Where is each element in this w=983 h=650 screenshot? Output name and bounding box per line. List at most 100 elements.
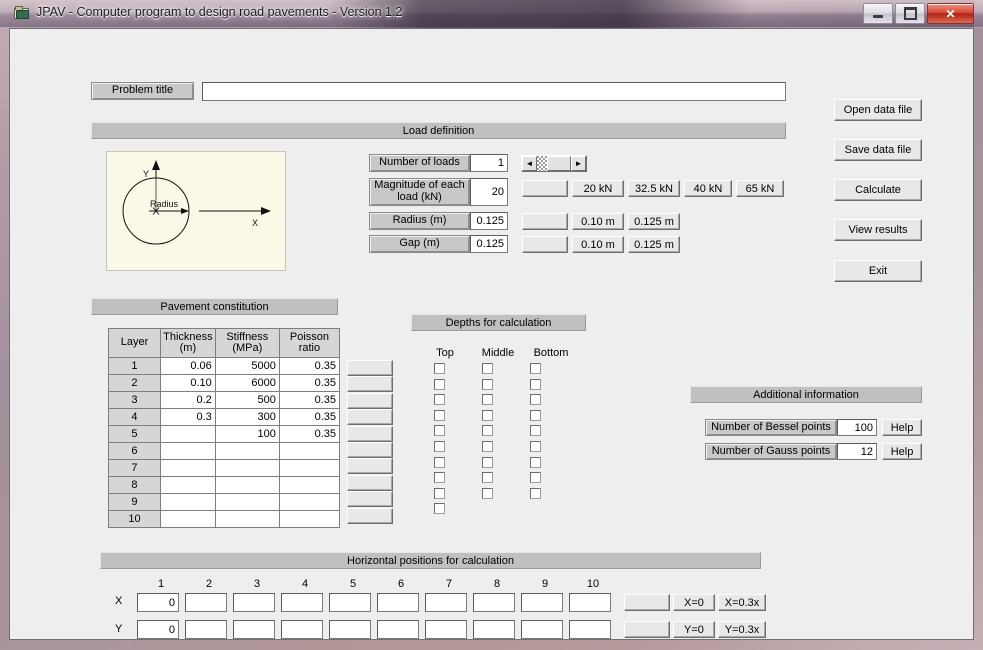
view-results-button[interactable]: View results bbox=[834, 219, 922, 241]
stiffness-cell[interactable] bbox=[214, 459, 280, 477]
hp-y-input-7[interactable] bbox=[425, 620, 467, 639]
depth-checkbox-bottom-7[interactable] bbox=[530, 456, 541, 468]
problem-title-input[interactable] bbox=[202, 82, 786, 101]
stiffness-cell[interactable]: 300 bbox=[214, 408, 280, 426]
gauss-points-input[interactable] bbox=[837, 443, 877, 460]
depth-checkbox-bottom-8[interactable] bbox=[530, 472, 541, 484]
scrollbar-track[interactable] bbox=[537, 156, 547, 171]
x-blank-button[interactable] bbox=[624, 594, 670, 611]
magnitude-input[interactable] bbox=[470, 178, 508, 206]
depth-checkbox-top-10[interactable] bbox=[434, 503, 445, 515]
stiffness-cell[interactable] bbox=[214, 476, 280, 494]
bessel-help-button[interactable]: Help bbox=[882, 419, 922, 436]
x-03x-button[interactable]: X=0.3x bbox=[718, 594, 766, 611]
hp-x-input-10[interactable] bbox=[569, 593, 611, 612]
hp-x-input-1[interactable] bbox=[137, 593, 179, 612]
gauss-help-button[interactable]: Help bbox=[882, 443, 922, 460]
scroll-right-arrow[interactable]: ► bbox=[571, 156, 586, 171]
hp-y-input-2[interactable] bbox=[185, 620, 227, 639]
maximize-button[interactable] bbox=[895, 3, 925, 24]
poisson-cell[interactable] bbox=[278, 442, 341, 460]
pavement-table[interactable]: Layer Thickness (m) Stiffness (MPa) Pois… bbox=[108, 328, 341, 528]
depth-checkbox-bottom-1[interactable] bbox=[530, 363, 541, 374]
depth-checkbox-middle-8[interactable] bbox=[482, 472, 493, 484]
poisson-cell[interactable] bbox=[278, 510, 341, 528]
y-blank-button[interactable] bbox=[624, 621, 670, 638]
layer-row-button-1[interactable] bbox=[347, 360, 393, 376]
depth-checkbox-middle-4[interactable] bbox=[482, 409, 493, 421]
hp-y-input-6[interactable] bbox=[377, 620, 419, 639]
thickness-cell[interactable]: 0.10 bbox=[159, 374, 216, 392]
y-zero-button[interactable]: Y=0 bbox=[673, 621, 715, 638]
gap-input[interactable] bbox=[470, 235, 508, 253]
y-03x-button[interactable]: Y=0.3x bbox=[718, 621, 766, 638]
thickness-cell[interactable] bbox=[159, 476, 216, 494]
scrollbar-thumb[interactable] bbox=[547, 156, 571, 171]
depth-checkbox-middle-7[interactable] bbox=[482, 456, 493, 468]
depth-checkbox-middle-5[interactable] bbox=[482, 425, 493, 437]
hp-y-input-4[interactable] bbox=[281, 620, 323, 639]
hp-x-input-7[interactable] bbox=[425, 593, 467, 612]
poisson-cell[interactable]: 0.35 bbox=[278, 408, 341, 426]
layer-row-button-9[interactable] bbox=[347, 491, 393, 508]
depth-checkbox-bottom-9[interactable] bbox=[530, 487, 541, 499]
gap-preset-0-10m[interactable]: 0.10 m bbox=[572, 236, 624, 253]
radius-preset-0-10m[interactable]: 0.10 m bbox=[572, 213, 624, 230]
open-data-file-button[interactable]: Open data file bbox=[834, 99, 922, 121]
poisson-cell[interactable] bbox=[278, 476, 341, 494]
magnitude-preset-65kn[interactable]: 65 kN bbox=[736, 180, 784, 197]
hp-x-input-2[interactable] bbox=[185, 593, 227, 612]
thickness-cell[interactable] bbox=[159, 493, 216, 511]
hp-y-input-8[interactable] bbox=[473, 620, 515, 639]
layer-row-button-8[interactable] bbox=[347, 474, 393, 491]
x-zero-button[interactable]: X=0 bbox=[673, 594, 715, 611]
magnitude-preset-blank[interactable] bbox=[522, 180, 568, 197]
close-button[interactable]: ✕ bbox=[927, 3, 974, 24]
stiffness-cell[interactable] bbox=[214, 493, 280, 511]
stiffness-cell[interactable] bbox=[214, 442, 280, 460]
gap-preset-blank[interactable] bbox=[522, 236, 568, 253]
scroll-left-arrow[interactable]: ◄ bbox=[522, 156, 537, 171]
depth-checkbox-bottom-4[interactable] bbox=[530, 409, 541, 421]
hp-y-input-9[interactable] bbox=[521, 620, 563, 639]
thickness-cell[interactable] bbox=[159, 510, 216, 528]
stiffness-cell[interactable]: 5000 bbox=[214, 357, 280, 375]
poisson-cell[interactable] bbox=[278, 459, 341, 477]
stiffness-cell[interactable]: 100 bbox=[214, 425, 280, 443]
depth-checkbox-top-6[interactable] bbox=[434, 441, 445, 452]
title-bar[interactable]: JPAV - Computer program to design road p… bbox=[0, 0, 983, 28]
thickness-cell[interactable]: 0.2 bbox=[159, 391, 216, 409]
depth-checkbox-top-7[interactable] bbox=[434, 456, 445, 468]
depth-checkbox-top-4[interactable] bbox=[434, 409, 445, 421]
layer-row-button-6[interactable] bbox=[347, 442, 393, 458]
thickness-cell[interactable] bbox=[159, 459, 216, 477]
depth-checkbox-middle-1[interactable] bbox=[482, 363, 493, 374]
depth-checkbox-top-5[interactable] bbox=[434, 425, 445, 437]
number-of-loads-input[interactable] bbox=[470, 154, 508, 172]
hp-x-input-5[interactable] bbox=[329, 593, 371, 612]
stiffness-cell[interactable]: 500 bbox=[214, 391, 280, 409]
calculate-button[interactable]: Calculate bbox=[834, 179, 922, 201]
hp-x-input-9[interactable] bbox=[521, 593, 563, 612]
radius-input[interactable] bbox=[470, 212, 508, 230]
hp-y-input-5[interactable] bbox=[329, 620, 371, 639]
depth-checkbox-top-3[interactable] bbox=[434, 394, 445, 406]
layer-row-button-7[interactable] bbox=[347, 458, 393, 475]
layer-row-button-4[interactable] bbox=[347, 409, 393, 426]
thickness-cell[interactable]: 0.06 bbox=[159, 357, 216, 375]
hp-x-input-6[interactable] bbox=[377, 593, 419, 612]
poisson-cell[interactable]: 0.35 bbox=[278, 425, 341, 443]
depth-checkbox-bottom-5[interactable] bbox=[530, 425, 541, 437]
depth-checkbox-middle-2[interactable] bbox=[482, 378, 493, 390]
poisson-cell[interactable] bbox=[278, 493, 341, 511]
depth-checkbox-top-8[interactable] bbox=[434, 472, 445, 484]
layer-row-button-5[interactable] bbox=[347, 425, 393, 442]
stiffness-cell[interactable] bbox=[214, 510, 280, 528]
thickness-cell[interactable] bbox=[159, 425, 216, 443]
thickness-cell[interactable]: 0.3 bbox=[159, 408, 216, 426]
depth-checkbox-top-9[interactable] bbox=[434, 487, 445, 499]
hp-y-input-10[interactable] bbox=[569, 620, 611, 639]
depth-checkbox-top-2[interactable] bbox=[434, 378, 445, 390]
depth-checkbox-bottom-2[interactable] bbox=[530, 378, 541, 390]
magnitude-preset-40kn[interactable]: 40 kN bbox=[684, 180, 732, 197]
